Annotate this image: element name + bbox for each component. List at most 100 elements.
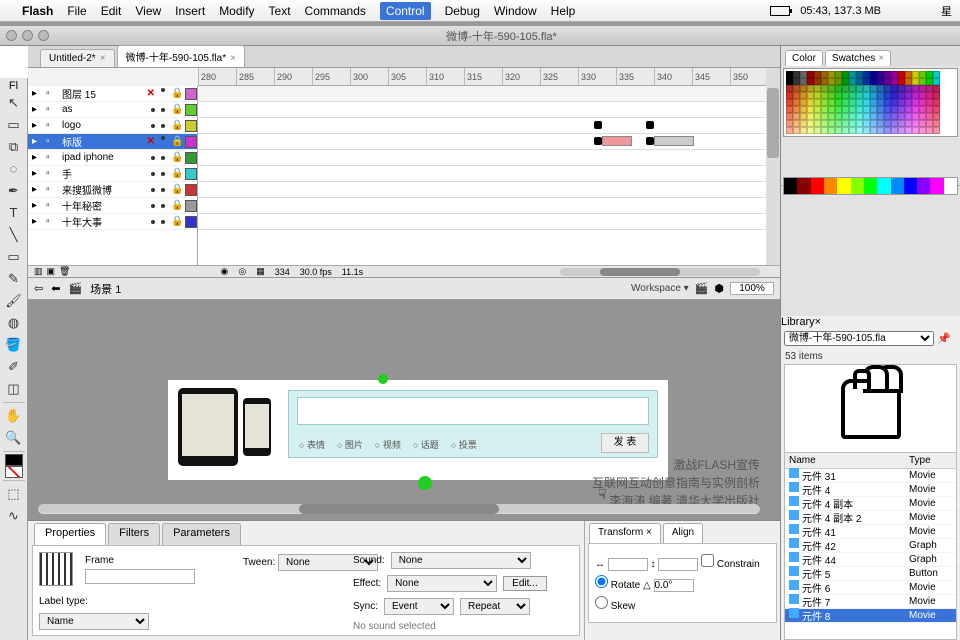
library-item[interactable]: 元件 4Movie [785,483,956,497]
line-tool[interactable]: ╲ [2,224,26,246]
tab-align[interactable]: Align [663,523,703,543]
menu-view[interactable]: View [135,4,161,18]
height-input[interactable] [658,558,698,571]
back-icon[interactable]: ⬅ [51,282,60,295]
zoom-tool[interactable]: 🔍 [2,427,26,449]
timeline-vscroll[interactable] [766,68,780,265]
menu-help[interactable]: Help [551,4,576,18]
col-name[interactable]: Name [785,453,905,468]
menu-modify[interactable]: Modify [219,4,254,18]
weibo-textarea[interactable] [297,397,649,425]
traffic-zoom[interactable] [38,30,49,41]
menu-control[interactable]: Control [380,2,431,20]
skew-radio[interactable] [595,596,608,609]
library-item[interactable]: 元件 44Graph [785,553,956,567]
eraser-tool[interactable]: ◫ [2,378,26,400]
layer-row[interactable]: ▸▫十年秘密🔒 [28,198,197,214]
brush-tool[interactable]: 🖌 [2,290,26,312]
track-row[interactable] [198,102,766,118]
track-row[interactable] [198,150,766,166]
rotate-radio[interactable] [595,575,608,588]
tab-transform[interactable]: Transform × [589,523,661,543]
menu-text[interactable]: Text [269,4,291,18]
library-item[interactable]: 元件 8Movie [785,609,956,623]
stage-hscroll[interactable] [38,504,760,516]
library-item[interactable]: 元件 42Graph [785,539,956,553]
menu-window[interactable]: Window [494,4,537,18]
snap-option[interactable]: ⬚ [2,483,26,505]
smooth-option[interactable]: ∿ [2,505,26,527]
effect-select[interactable]: None [387,575,497,592]
lasso-tool[interactable]: ◌ [2,158,26,180]
tab-swatches[interactable]: Swatches× [825,50,891,66]
pen-tool[interactable]: ✒ [2,180,26,202]
new-layer-icon[interactable]: ▥ [34,266,43,277]
layer-row[interactable]: ▸▫logo🔒 [28,118,197,134]
opt-video[interactable]: 视频 [375,438,401,451]
layer-row[interactable]: ▸▫来搜狐微博🔒 [28,182,197,198]
library-item[interactable]: 元件 4 副本 2Movie [785,511,956,525]
tab-properties[interactable]: Properties [34,523,106,545]
layer-row[interactable]: ▸▫图层 15✕🔒 [28,86,197,102]
edit-button[interactable]: Edit... [503,576,547,591]
menu-insert[interactable]: Insert [175,4,205,18]
doc-tab-weibo[interactable]: 微博-十年-590-105.fla*× [117,45,245,67]
ink-bottle-tool[interactable]: ◍ [2,312,26,334]
track-row[interactable] [198,182,766,198]
new-folder-icon[interactable]: ▣ [47,266,56,277]
stroke-color[interactable] [5,454,23,466]
track-row[interactable] [198,118,766,134]
layer-row[interactable]: ▸▫ipad iphone🔒 [28,150,197,166]
transform-center[interactable] [418,476,432,490]
doc-tab-untitled[interactable]: Untitled-2*× [40,49,115,67]
selection-tool[interactable]: ↖ [2,92,26,114]
layer-row[interactable]: ▸▫as🔒 [28,102,197,118]
layer-row[interactable]: ▸▫标版✕🔒 [28,134,197,150]
library-item[interactable]: 元件 31Movie [785,469,956,483]
rectangle-tool[interactable]: ▭ [2,246,26,268]
hand-tool[interactable]: ✋ [2,405,26,427]
menu-file[interactable]: File [67,4,86,18]
eyedropper-tool[interactable]: ✐ [2,356,26,378]
tab-library[interactable]: Library× [781,316,960,328]
fill-color[interactable] [5,466,23,478]
color-strip[interactable] [783,177,958,195]
onion-skin-outlines-icon[interactable]: ◎ [238,266,246,277]
free-transform-tool[interactable]: ⧉ [2,136,26,158]
layer-row[interactable]: ▸▫十年大事🔒 [28,214,197,230]
traffic-close[interactable] [6,30,17,41]
repeat-select[interactable]: Repeat [460,598,530,615]
library-file-select[interactable]: 微博-十年-590-105.fla [784,331,934,346]
library-item[interactable]: 元件 5Button [785,567,956,581]
width-input[interactable] [608,558,648,571]
library-item[interactable]: 元件 41Movie [785,525,956,539]
tab-color[interactable]: Color [785,50,823,66]
label-type-select[interactable]: Name [39,613,149,630]
sync-select[interactable]: Event [384,598,454,615]
track-row[interactable] [198,166,766,182]
track-row[interactable] [198,198,766,214]
opt-vote[interactable]: 投票 [451,438,477,451]
edit-scene-icon[interactable]: 🎬 [695,282,709,295]
onion-skin-icon[interactable]: ◉ [220,266,228,277]
library-item[interactable]: 元件 6Movie [785,581,956,595]
timeline-tracks[interactable] [198,86,766,265]
track-row[interactable] [198,86,766,102]
transform-handle[interactable] [378,374,388,384]
scene-name[interactable]: 场景 1 [90,281,121,297]
weibo-publish-button[interactable]: 发 表 [601,433,649,453]
timeline-hscroll[interactable] [560,268,760,276]
app-menu[interactable]: Flash [22,4,53,18]
close-icon[interactable]: × [230,53,236,64]
menu-commands[interactable]: Commands [305,4,366,18]
library-item[interactable]: 元件 7Movie [785,595,956,609]
sound-select[interactable]: None [391,552,531,569]
opt-emotion[interactable]: 表情 [299,438,325,451]
opt-topic[interactable]: 话题 [413,438,439,451]
paint-bucket-tool[interactable]: 🪣 [2,334,26,356]
pin-icon[interactable]: 📌 [937,332,951,345]
delete-layer-icon[interactable]: 🗑 [59,266,70,277]
menu-debug[interactable]: Debug [445,4,480,18]
tab-parameters[interactable]: Parameters [162,523,241,545]
frame-name-input[interactable] [85,569,195,584]
